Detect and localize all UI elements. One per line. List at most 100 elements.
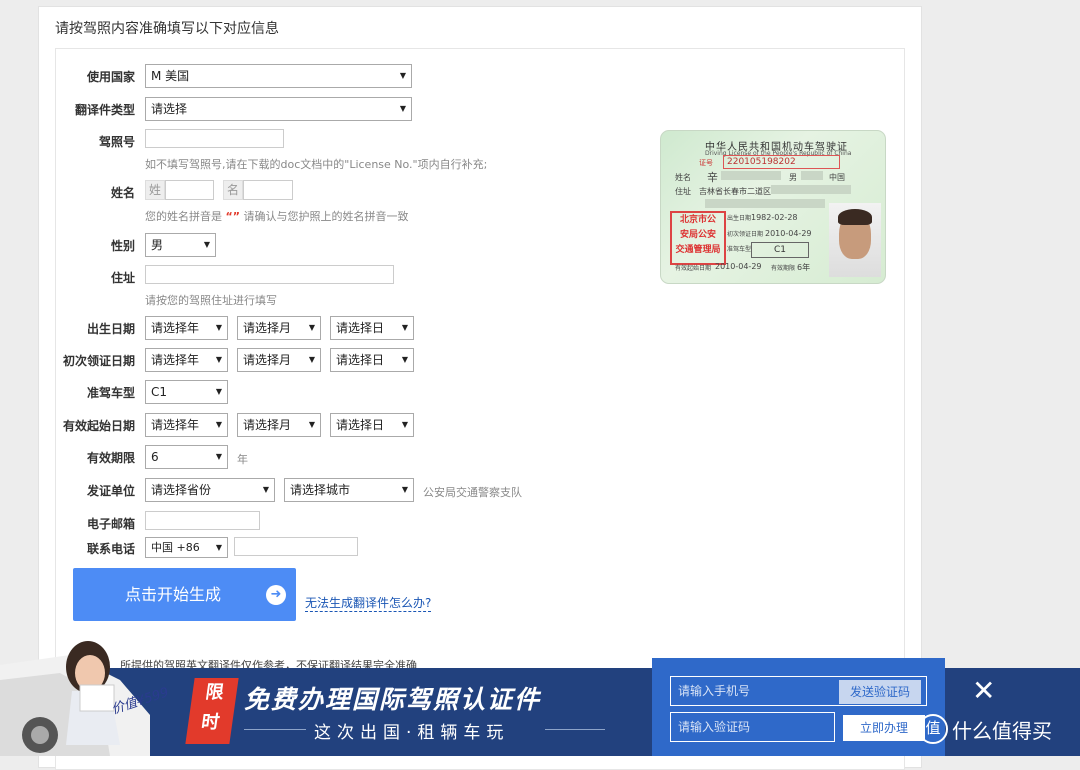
address-hint: 请按您的驾照住址进行填写 [145,294,277,307]
chevron-down-icon: ▼ [215,387,222,396]
arrow-right-icon: ➜ [266,585,286,605]
limited-time-badge: 限时 [185,678,239,744]
card-first-issue-field: 初次领证日期 [727,231,764,238]
address-input[interactable] [145,265,394,284]
doc-type-select[interactable]: 请选择 ▼ [145,97,412,121]
card-address: 吉林省长春市二道区 [699,187,771,196]
blurred-address [771,185,851,194]
gender-select[interactable]: 男 ▼ [145,233,216,257]
card-name: 辛 [707,171,718,184]
card-name-field: 姓名 [675,173,691,182]
email-label: 电子邮箱 [86,517,135,531]
promo-title: 免费办理国际驾照认证件 [244,685,542,714]
chevron-down-icon: ▼ [215,452,222,461]
license-no-label: 驾照号 [98,135,135,149]
chevron-down-icon: ▼ [401,485,408,494]
card-validity: 6年 [797,263,811,272]
country-label: 使用国家 [86,70,135,84]
card-class: C1 [751,242,809,258]
address-label: 住址 [110,271,135,285]
chevron-down-icon: ▼ [215,543,222,552]
license-no-hint: 如不填写驾照号,请在下载的doc文档中的"License No."项内自行补充; [145,158,488,171]
generate-button-label: 点击开始生成 [125,585,222,604]
name-hint: 您的姓名拼音是 “” 请确认与您护照上的姓名拼音一致 [145,210,409,223]
close-icon[interactable]: ✕ [972,677,995,705]
valid-from-year-select[interactable]: 请选择年 ▼ [145,413,228,437]
police-seal: 北京市公 安局公安 交通管理局 [670,211,726,265]
birth-month-select[interactable]: 请选择月 ▼ [237,316,321,340]
card-country: 中国 [829,173,845,182]
chevron-down-icon: ▼ [399,71,406,80]
chevron-down-icon: ▼ [203,240,210,249]
given-name-prefix: 名 [223,180,243,200]
issuer-province-select[interactable]: 请选择省份 ▼ [145,478,275,502]
smzdm-logo-icon: 值 [918,714,948,744]
card-birth-field: 出生日期 [727,215,752,222]
first-issue-year-select[interactable]: 请选择年 ▼ [145,348,228,372]
first-issue-month-select[interactable]: 请选择月 ▼ [237,348,321,372]
birth-label: 出生日期 [86,322,135,336]
issuer-label: 发证单位 [86,484,135,498]
issuer-city-select[interactable]: 请选择城市 ▼ [284,478,414,502]
license-sample-image: 中华人民共和国机动车驾驶证 Driving License of the Peo… [660,130,886,284]
card-no-tag: 证号 [699,159,713,167]
validity-unit: 年 [237,453,248,466]
surname-input[interactable] [165,180,214,200]
card-valid-from: 2010-04-29 [715,262,762,271]
phone-country-select[interactable]: 中国 +86 ▼ [145,537,228,558]
chevron-down-icon: ▼ [399,104,406,113]
card-class-field: 准驾车型 [727,246,752,253]
valid-from-label: 有效起始日期 [62,419,135,433]
card-number: 220105198202 [723,155,840,169]
phone-input[interactable] [234,537,358,556]
help-link[interactable]: 无法生成翻译件怎么办? [305,594,432,612]
chevron-down-icon: ▼ [308,355,315,364]
card-valid-from-field: 有效起始日期 [675,265,712,272]
chevron-down-icon: ▼ [308,323,315,332]
chevron-down-icon: ▼ [308,420,315,429]
chevron-down-icon: ▼ [215,323,222,332]
chevron-down-icon: ▼ [215,420,222,429]
card-first-issue: 2010-04-29 [765,229,812,238]
send-code-button[interactable]: 发送验证码 [839,680,921,704]
first-issue-day-select[interactable]: 请选择日 ▼ [330,348,414,372]
brand-watermark: 什么值得买 [952,719,1052,743]
name-label: 姓名 [110,186,135,200]
chevron-down-icon: ▼ [401,355,408,364]
apply-now-button[interactable]: 立即办理 [843,715,925,741]
chevron-down-icon: ▼ [262,485,269,494]
license-no-input[interactable] [145,129,284,148]
given-name-input[interactable] [243,180,293,200]
country-select[interactable]: M 美国 ▼ [145,64,412,88]
surname-prefix: 姓 [145,180,165,200]
chevron-down-icon: ▼ [401,420,408,429]
divider [244,729,306,730]
generate-button[interactable]: 点击开始生成 ➜ [73,568,296,621]
phone-label: 联系电话 [86,542,135,556]
first-issue-label: 初次领证日期 [62,354,135,368]
validity-label: 有效期限 [86,451,135,465]
gender-label: 性别 [110,239,135,253]
blurred-field [801,171,823,180]
chevron-down-icon: ▼ [215,355,222,364]
card-validity-field: 有效期限 [771,265,796,272]
card-gender: 男 [789,173,797,182]
doc-type-label: 翻译件类型 [74,103,135,117]
verify-code-input[interactable]: 请输入验证码 [670,712,835,742]
valid-from-day-select[interactable]: 请选择日 ▼ [330,413,414,437]
birth-year-select[interactable]: 请选择年 ▼ [145,316,228,340]
blurred-name [721,171,781,180]
blurred-address-2 [705,199,825,208]
divider [545,729,605,730]
valid-from-month-select[interactable]: 请选择月 ▼ [237,413,321,437]
vehicle-class-label: 准驾车型 [86,386,135,400]
card-birth: 1982-02-28 [751,213,798,222]
card-address-field: 住址 [675,187,691,196]
chevron-down-icon: ▼ [401,323,408,332]
page-title: 请按驾照内容准确填写以下对应信息 [55,21,279,37]
birth-day-select[interactable]: 请选择日 ▼ [330,316,414,340]
email-input[interactable] [145,511,260,530]
vehicle-class-select[interactable]: C1 ▼ [145,380,228,404]
id-photo [829,203,881,277]
validity-select[interactable]: 6 ▼ [145,445,228,469]
